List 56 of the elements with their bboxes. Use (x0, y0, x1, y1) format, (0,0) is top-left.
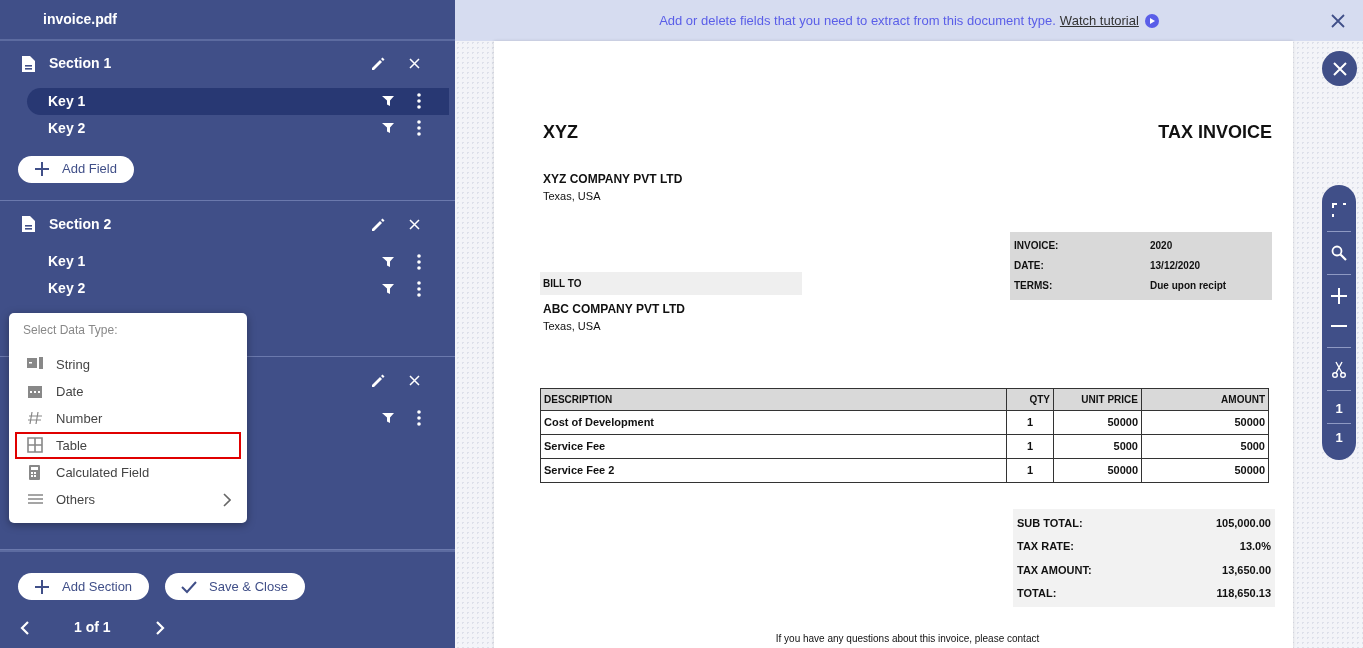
table-cell: 50000 (1053, 410, 1142, 435)
menu-title: Select Data Type: (22, 322, 119, 339)
bill-to-label: BILL TO (540, 271, 802, 295)
document-logo-text: XYZ (543, 121, 578, 144)
total-label: TAX AMOUNT: (1017, 562, 1092, 578)
document-title: TAX INVOICE (1158, 121, 1272, 144)
table-cell: 1 (1006, 458, 1054, 483)
key-label: Key 1 (48, 91, 86, 111)
table-cell: 5000 (1141, 434, 1269, 459)
key-label: Key 2 (48, 118, 86, 138)
company-name: XYZ COMPANY PVT LTD (543, 171, 684, 188)
table-cell: 50000 (1053, 458, 1142, 483)
client-address: Texas, USA (543, 318, 602, 334)
total-label: TAX RATE: (1017, 539, 1075, 554)
table-cell: Cost of Development (540, 410, 1007, 435)
table-cell: 50000 (1141, 410, 1269, 435)
menu-item-label: Date (56, 382, 84, 401)
table-cell: 5000 (1053, 434, 1142, 459)
column-header: DESCRIPTION (540, 388, 1007, 411)
info-label: TERMS: (1014, 279, 1054, 293)
total-label: SUB TOTAL: (1017, 515, 1083, 531)
company-address: Texas, USA (543, 189, 602, 204)
file-name: invoice.pdf (0, 0, 455, 41)
total-page-number: 1 (1335, 429, 1343, 448)
table-cell: 50000 (1141, 458, 1269, 483)
info-label: DATE: (1014, 259, 1045, 273)
key-label: Key 1 (48, 252, 86, 271)
total-label: TOTAL: (1017, 586, 1057, 601)
total-value: 118,650.13 (1216, 586, 1271, 601)
info-value: Due upon recipt (1150, 279, 1227, 293)
table-cell: 1 (1006, 410, 1054, 435)
total-value: 13,650.00 (1222, 562, 1271, 578)
banner-text: Add or delete fields that you need to extract from this document type. (659, 11, 1056, 30)
section-title: Section 1 (49, 54, 112, 73)
info-value: 2020 (1150, 239, 1173, 253)
table-cell: 1 (1006, 434, 1054, 459)
menu-item-label: String (56, 355, 90, 374)
total-value: 13.0% (1239, 539, 1271, 554)
current-page-number: 1 (1335, 400, 1343, 419)
key-label: Key 2 (48, 279, 86, 298)
column-header: UNIT PRICE (1053, 388, 1142, 411)
menu-item-label: Calculated Field (56, 463, 150, 482)
info-value: 13/12/2020 (1150, 259, 1201, 273)
total-value: 105,000.00 (1215, 515, 1271, 531)
menu-item-label: Others (56, 490, 95, 509)
column-header: AMOUNT (1141, 388, 1269, 411)
menu-item-label: Number (56, 409, 103, 428)
footer-text: If you have any questions about this invoice, please contact (774, 632, 1041, 646)
table-cell: Service Fee (540, 434, 1007, 459)
client-name: ABC COMPANY PVT LTD (543, 300, 686, 318)
table-cell: Service Fee 2 (540, 458, 1007, 483)
menu-item-label: Table (56, 436, 88, 455)
column-header: QTY (1006, 388, 1054, 411)
section-title: Section 2 (49, 214, 112, 234)
page-indicator: 1 of 1 (74, 618, 111, 637)
info-label: INVOICE: (1014, 239, 1060, 253)
